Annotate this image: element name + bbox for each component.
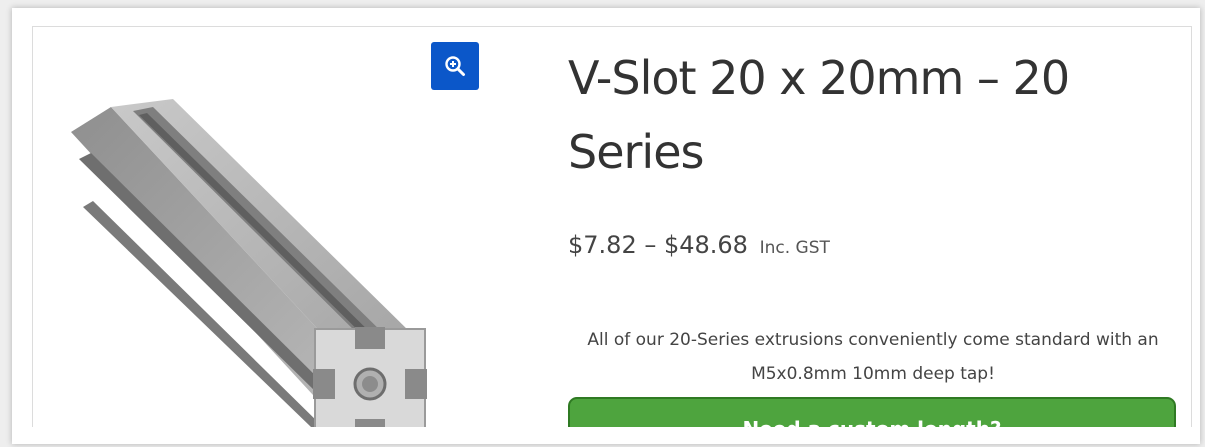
price-range: $7.82 – $48.68 (568, 231, 748, 259)
product-card: V-Slot 20 x 20mm – 20 Series $7.82 – $48… (32, 26, 1192, 427)
product-title: V-Slot 20 x 20mm – 20 Series (568, 51, 1070, 179)
product-gallery (33, 27, 493, 427)
custom-length-heading: Need a custom length? (742, 417, 1001, 427)
product-summary: V-Slot 20 x 20mm – 20 Series $7.82 – $48… (568, 27, 1178, 427)
product-short-description: All of our 20-Series extrusions convenie… (587, 330, 1159, 384)
aluminium-extrusion-image[interactable] (53, 67, 473, 427)
browser-viewport: V-Slot 20 x 20mm – 20 Series $7.82 – $48… (12, 8, 1200, 444)
custom-length-box[interactable]: Need a custom length? (568, 397, 1176, 427)
price-suffix: Inc. GST (759, 238, 830, 258)
product-price: $7.82 – $48.68 Inc. GST (568, 231, 830, 259)
